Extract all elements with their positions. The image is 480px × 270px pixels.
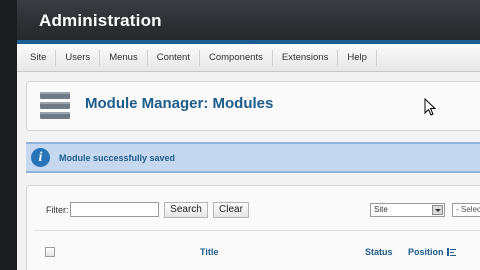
chevron-down-icon [432, 205, 443, 215]
menu-item-content[interactable]: Content [148, 49, 200, 66]
menu-item-users[interactable]: Users [56, 49, 101, 66]
main-menu: Site Users Menus Content Components Exte… [17, 44, 480, 72]
search-button[interactable]: Search [164, 202, 208, 218]
mouse-pointer-icon [424, 98, 436, 116]
site-select-value: Site [374, 205, 388, 214]
site-select[interactable]: Site [370, 203, 445, 217]
column-header-position[interactable]: Position [408, 247, 444, 257]
filter-input[interactable] [70, 202, 159, 217]
menu-item-help[interactable]: Help [338, 49, 377, 66]
menu-item-menus[interactable]: Menus [100, 49, 148, 66]
module-icon [40, 92, 70, 119]
admin-header: Administration [17, 0, 480, 44]
page-title: Module Manager: Modules [85, 95, 274, 112]
clear-button[interactable]: Clear [213, 202, 249, 218]
position-select-value: - Select [456, 205, 480, 214]
position-select[interactable]: - Select [452, 203, 480, 217]
header-title: Administration [39, 11, 162, 30]
select-all-checkbox[interactable] [45, 247, 55, 257]
filter-label: Filter: [46, 205, 69, 215]
sort-icon[interactable] [447, 248, 456, 256]
info-icon: i [31, 148, 50, 167]
toolbar-panel: Module Manager: Modules [26, 81, 480, 131]
message-text: Module successfully saved [59, 153, 176, 163]
window-edge [0, 0, 17, 270]
menu-item-site[interactable]: Site [21, 49, 57, 66]
divider [35, 230, 480, 231]
system-message: i Module successfully saved [26, 142, 480, 173]
module-list-panel: Filter: Search Clear Site - Select Title… [26, 185, 480, 270]
menu-item-components[interactable]: Components [200, 49, 273, 66]
column-header-title[interactable]: Title [200, 247, 218, 257]
column-header-status[interactable]: Status [365, 247, 393, 257]
menu-item-extensions[interactable]: Extensions [273, 49, 339, 66]
